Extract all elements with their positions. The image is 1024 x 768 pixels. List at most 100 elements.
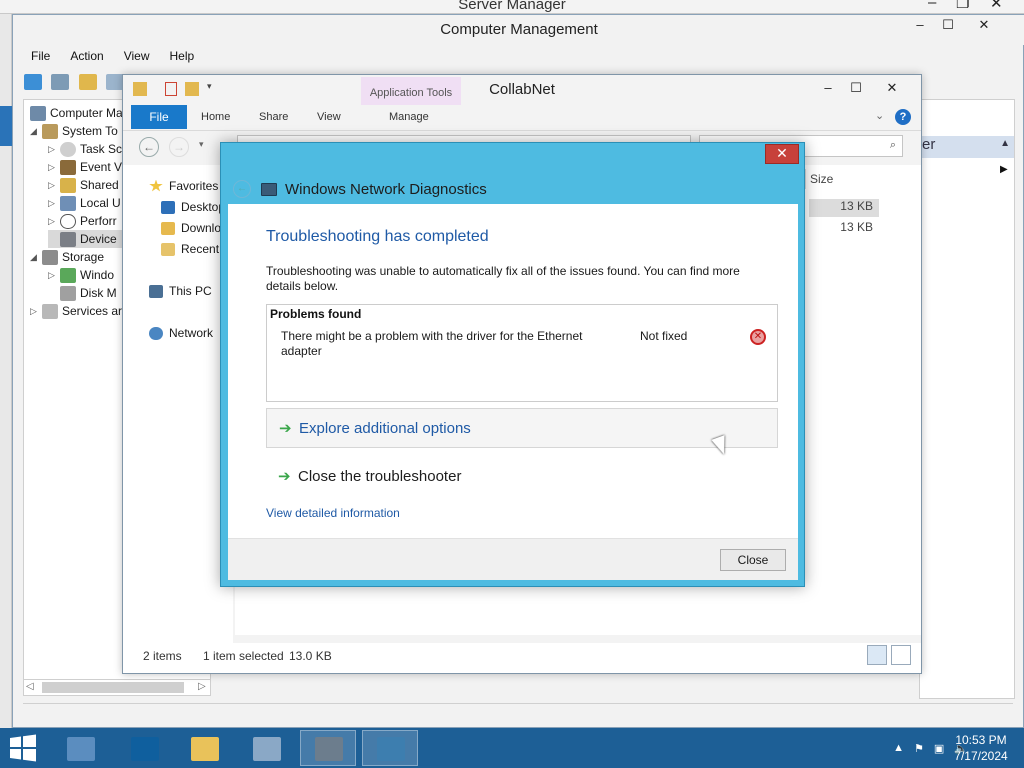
large-icons-view-icon[interactable] [891, 645, 911, 665]
tree-item-task-scheduler[interactable]: ▷ Task Sc [48, 140, 122, 158]
forward-icon[interactable]: → [169, 137, 189, 157]
menu-file[interactable]: File [21, 45, 60, 67]
desktop-icon [161, 200, 175, 214]
tree-item-system-tools[interactable]: ◢ System To [30, 122, 118, 140]
taskbar-control-panel[interactable] [238, 730, 294, 766]
collapsed-arrow-icon[interactable]: ▷ [48, 162, 60, 173]
nav-downloads[interactable]: Downlo [161, 219, 221, 237]
collapsed-arrow-icon[interactable]: ▷ [48, 198, 60, 209]
close-troubleshooter-button[interactable]: ➔ Close the troubleshooter [266, 456, 778, 496]
expanded-arrow-icon[interactable]: ◢ [30, 126, 42, 137]
sm-minimize-button[interactable]: – [928, 0, 936, 11]
details-view-icon[interactable] [867, 645, 887, 665]
clock-time: 10:53 PM [955, 733, 1007, 747]
downloads-icon [161, 221, 175, 235]
nav-recent[interactable]: Recent [161, 240, 219, 258]
scroll-left-icon[interactable]: ◁ [26, 681, 34, 692]
cm-menubar: File Action View Help [21, 45, 204, 67]
shared-folder-icon [60, 177, 76, 193]
collapse-up-icon[interactable]: ▲ [1000, 138, 1010, 149]
navigation-pane: Favorites Desktop Downlo Recent This PC … [123, 165, 233, 645]
tree-item-storage[interactable]: ◢ Storage [30, 248, 104, 266]
back-arrow-icon[interactable]: ← [233, 180, 251, 198]
taskbar-file-explorer[interactable] [176, 730, 232, 766]
collapsed-arrow-icon[interactable]: ▷ [48, 216, 60, 227]
pc-icon [149, 284, 163, 298]
nav-network[interactable]: Network [149, 324, 213, 342]
more-actions-arrow-icon[interactable]: ▶ [1000, 164, 1008, 175]
system-clock[interactable]: 10:53 PM 7/17/2024 [946, 732, 1016, 764]
users-icon [60, 195, 76, 211]
expanded-arrow-icon[interactable]: ◢ [30, 252, 42, 263]
action-center-flag-icon[interactable]: ⚑ [914, 742, 924, 755]
tab-view[interactable]: View [317, 111, 341, 123]
file-size-cell[interactable]: 13 KB [809, 220, 879, 238]
disk-icon [60, 285, 76, 301]
taskbar-network-diagnostics[interactable] [362, 730, 418, 766]
event-viewer-icon [60, 159, 76, 175]
nav-desktop[interactable]: Desktop [161, 198, 225, 216]
column-header-size[interactable]: Size [805, 169, 879, 189]
collapsed-arrow-icon[interactable]: ▷ [48, 180, 60, 191]
scroll-right-icon[interactable]: ▷ [198, 681, 206, 692]
explorer-close-button[interactable]: ✕ [879, 79, 905, 99]
tree-item-local-users[interactable]: ▷ Local U [48, 194, 121, 212]
expand-ribbon-icon[interactable]: ⌄ [875, 109, 884, 122]
menu-action[interactable]: Action [60, 45, 113, 67]
explorer-maximize-button[interactable]: ☐ [843, 79, 869, 99]
menu-view[interactable]: View [114, 45, 160, 67]
recent-icon [161, 242, 175, 256]
services-icon [42, 303, 58, 319]
dialog-close-x-button[interactable]: ✕ [765, 144, 799, 164]
cm-maximize-button[interactable]: ☐ [935, 16, 961, 36]
tree-item-windows-backup[interactable]: ▷ Windo [48, 266, 114, 284]
sm-restore-button[interactable]: ❐ [956, 0, 969, 12]
tab-manage[interactable]: Manage [389, 111, 429, 123]
cm-minimize-button[interactable]: – [907, 16, 933, 36]
nav-favorites[interactable]: Favorites [149, 177, 218, 195]
tab-share[interactable]: Share [259, 111, 288, 123]
help-icon[interactable]: ? [895, 109, 911, 125]
recent-locations-dropdown-icon[interactable]: ▾ [199, 139, 204, 150]
tools-icon [42, 123, 58, 139]
cm-close-button[interactable]: ✕ [971, 16, 997, 36]
tree-item-disk-management[interactable]: Disk M [48, 284, 117, 302]
up-folder-icon[interactable] [78, 74, 97, 90]
tree-item-performance[interactable]: ▷ Perforr [48, 212, 117, 230]
close-troubleshooter-label: Close the troubleshooter [298, 467, 462, 485]
show-hidden-icons-icon[interactable]: ▲ [893, 742, 904, 754]
taskbar-powershell[interactable] [116, 730, 172, 766]
explorer-minimize-button[interactable]: – [815, 79, 841, 99]
start-button[interactable] [8, 734, 38, 762]
network-status-icon[interactable]: ▣ [934, 742, 944, 755]
search-icon[interactable]: ⌕ [890, 139, 896, 152]
collapsed-arrow-icon[interactable]: ▷ [30, 306, 42, 317]
storage-icon [42, 249, 58, 265]
green-arrow-icon: ➔ [279, 420, 292, 437]
explore-additional-options-button[interactable]: ➔ Explore additional options [266, 408, 778, 448]
collapsed-arrow-icon[interactable]: ▷ [48, 270, 60, 281]
close-button[interactable]: Close [720, 549, 786, 571]
tree-item-services[interactable]: ▷ Services ar [30, 302, 122, 320]
file-size-cell[interactable]: 13 KB [809, 199, 879, 217]
menu-help[interactable]: Help [160, 45, 205, 67]
view-detailed-information-link[interactable]: View detailed information [266, 506, 400, 520]
performance-icon [60, 213, 76, 229]
forward-arrow-icon[interactable] [51, 74, 70, 90]
back-icon[interactable]: ← [139, 137, 159, 157]
tree-horizontal-scrollbar[interactable]: ◁ ▷ [23, 679, 211, 696]
back-arrow-icon[interactable] [24, 74, 42, 90]
tree-item-shared-folders[interactable]: ▷ Shared [48, 176, 119, 194]
tab-home[interactable]: Home [201, 111, 230, 123]
nav-this-pc[interactable]: This PC [149, 282, 212, 300]
sm-close-button[interactable]: ✕ [990, 0, 1003, 12]
collapsed-arrow-icon[interactable]: ▷ [48, 144, 60, 155]
scroll-thumb[interactable] [42, 682, 184, 693]
explorer-title: CollabNet [489, 81, 555, 98]
error-icon: ✕ [750, 329, 766, 345]
tree-item-event-viewer[interactable]: ▷ Event V [48, 158, 122, 176]
tab-file[interactable]: File [131, 105, 187, 129]
tree-item-computer-management[interactable]: Computer Ma [30, 104, 123, 122]
taskbar-computer-management[interactable] [300, 730, 356, 766]
taskbar-server-manager[interactable] [52, 730, 108, 766]
